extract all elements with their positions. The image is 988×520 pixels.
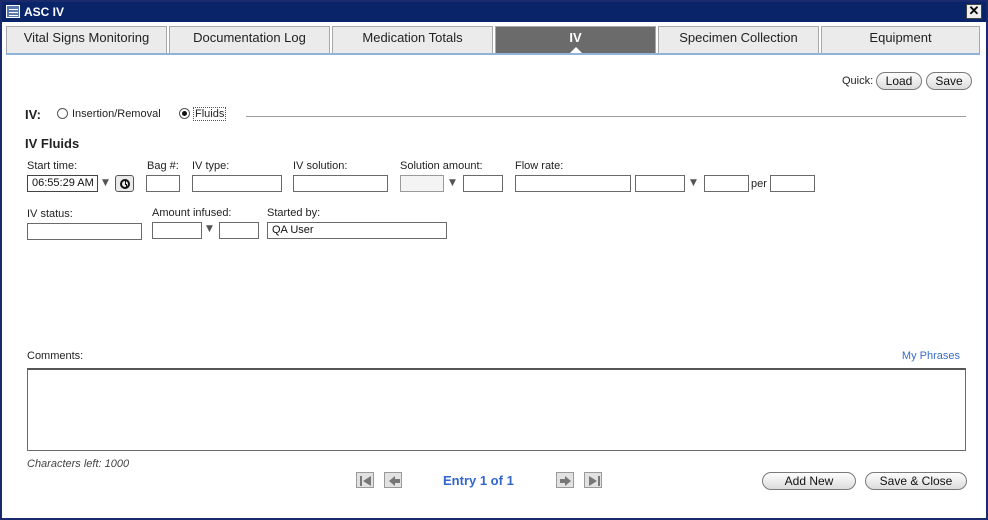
iv-mode-label: IV: xyxy=(25,107,41,122)
close-button[interactable]: ✕ xyxy=(966,4,982,19)
comments-textarea[interactable] xyxy=(27,368,966,451)
tab-specimen-collection[interactable]: Specimen Collection xyxy=(658,26,819,54)
section-title: IV Fluids xyxy=(25,136,80,151)
first-entry-button[interactable] xyxy=(356,472,374,488)
iv-status-input[interactable] xyxy=(27,223,142,240)
quick-label: Quick: xyxy=(842,75,874,87)
tab-vital-signs-monitoring[interactable]: Vital Signs Monitoring xyxy=(6,26,167,54)
solution-amount-label: Solution amount: xyxy=(400,160,483,172)
last-entry-button[interactable] xyxy=(584,472,602,488)
iv-mode-divider xyxy=(246,116,966,117)
per-input[interactable] xyxy=(770,175,815,192)
tab-equipment[interactable]: Equipment xyxy=(821,26,980,54)
iv-type-label: IV type: xyxy=(192,160,230,172)
characters-left: Characters left: 1000 xyxy=(27,458,130,470)
insertion-removal-radio[interactable] xyxy=(57,108,68,119)
first-entry-icon xyxy=(360,476,371,486)
app-icon xyxy=(6,5,20,18)
title-bar: ASC IV ✕ xyxy=(2,2,986,22)
solution-amount-input[interactable] xyxy=(463,175,503,192)
iv-type-input[interactable] xyxy=(192,175,282,192)
next-entry-icon xyxy=(560,476,571,486)
bag-input[interactable] xyxy=(146,175,180,192)
solution-amount-unit-select[interactable] xyxy=(400,175,444,192)
flow-rate-unit-select[interactable] xyxy=(635,175,685,192)
fluids-radio[interactable] xyxy=(179,108,190,119)
add-new-button[interactable]: Add New xyxy=(762,472,856,490)
tab-bar: Vital Signs Monitoring Documentation Log… xyxy=(6,26,980,54)
clock-icon[interactable] xyxy=(115,175,134,192)
tab-underline xyxy=(6,53,980,55)
flow-rate-label: Flow rate: xyxy=(515,160,564,172)
flow-rate-input[interactable] xyxy=(515,175,631,192)
previous-entry-button[interactable] xyxy=(384,472,402,488)
amount-infused-unit-select[interactable] xyxy=(152,222,202,239)
comments-label: Comments: xyxy=(27,350,84,362)
iv-solution-label: IV solution: xyxy=(293,160,348,172)
amount-infused-label: Amount infused: xyxy=(152,207,232,219)
flow-rate-dropdown-arrow[interactable]: ▼ xyxy=(690,178,697,188)
solution-amount-dropdown-arrow[interactable]: ▼ xyxy=(449,178,456,188)
entry-counter: Entry 1 of 1 xyxy=(443,473,514,488)
start-time-input[interactable]: 06:55:29 AM xyxy=(27,175,98,192)
quick-load-button[interactable]: Load xyxy=(876,72,922,90)
window-title: ASC IV xyxy=(24,5,65,19)
last-entry-icon xyxy=(589,476,600,486)
previous-entry-icon xyxy=(389,476,400,486)
start-time-dropdown-arrow[interactable]: ▼ xyxy=(102,178,109,188)
start-time-label: Start time: xyxy=(27,160,78,172)
started-by-label: Started by: xyxy=(267,207,321,219)
amount-infused-dropdown-arrow[interactable]: ▼ xyxy=(206,224,213,234)
amount-infused-input[interactable] xyxy=(219,222,259,239)
started-by-input[interactable]: QA User xyxy=(267,222,447,239)
quick-save-button[interactable]: Save xyxy=(926,72,972,90)
asc-iv-window: ASC IV ✕ Vital Signs Monitoring Document… xyxy=(0,0,988,520)
insertion-removal-label[interactable]: Insertion/Removal xyxy=(72,108,161,120)
tab-medication-totals[interactable]: Medication Totals xyxy=(332,26,493,54)
flow-rate-amount-input[interactable] xyxy=(704,175,749,192)
per-label: per xyxy=(751,178,767,190)
my-phrases-link[interactable]: My Phrases xyxy=(902,350,960,362)
iv-solution-input[interactable] xyxy=(293,175,388,192)
iv-status-label: IV status: xyxy=(27,208,73,220)
tab-documentation-log[interactable]: Documentation Log xyxy=(169,26,330,54)
bag-label: Bag #: xyxy=(147,160,179,172)
next-entry-button[interactable] xyxy=(556,472,574,488)
save-close-button[interactable]: Save & Close xyxy=(865,472,967,490)
fluids-label[interactable]: Fluids xyxy=(192,107,227,121)
tab-iv[interactable]: IV xyxy=(495,26,656,54)
